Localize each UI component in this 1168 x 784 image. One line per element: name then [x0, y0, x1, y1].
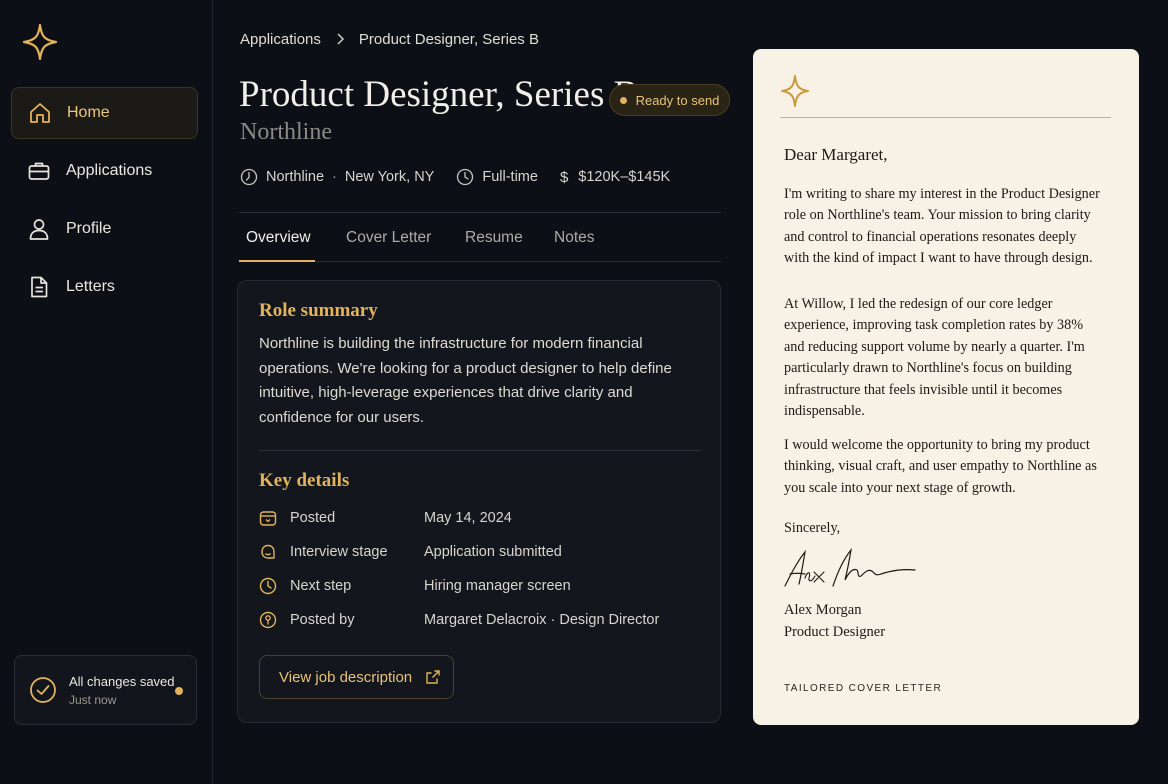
tab-notes[interactable]: Notes — [554, 213, 595, 262]
tab-resume[interactable]: Resume — [465, 213, 523, 262]
sparkle-logo-icon[interactable] — [22, 24, 58, 60]
active-tab-indicator — [239, 260, 315, 262]
sidebar-item-profile[interactable]: Profile — [11, 203, 198, 255]
user-icon — [27, 217, 51, 241]
detail-key: Next step — [290, 578, 352, 594]
letter-tag: TAILORED COVER LETTER — [784, 683, 943, 694]
tab-cover-letter[interactable]: Cover Letter — [346, 213, 431, 262]
signer-name: Alex Morgan — [784, 602, 862, 618]
detail-value: Hiring manager screen — [424, 578, 571, 594]
role-summary-heading: Role summary — [259, 300, 378, 321]
external-link-icon — [426, 670, 440, 684]
breadcrumb: Applications Product Designer, Series B — [240, 29, 539, 49]
save-status-time: Just now — [69, 692, 117, 707]
dollar-icon: $ — [559, 168, 569, 186]
badge-dot — [619, 96, 627, 104]
role-summary-text: Northline is building the infrastructure… — [259, 335, 672, 426]
sidebar: Home Applications Profile Letters All ch… — [0, 0, 213, 784]
detail-row-posted-by: Posted by Margaret Delacroix · Design Di… — [259, 609, 699, 631]
letter-paragraph-1: I'm writing to share my interest in the … — [784, 186, 1100, 267]
detail-value: Application submitted — [424, 544, 562, 560]
chevron-right-icon — [337, 33, 344, 45]
tab-overview[interactable]: Overview — [246, 213, 311, 262]
breadcrumb-applications-link[interactable]: Applications — [240, 31, 321, 48]
detail-value: Margaret Delacroix · Design Director — [424, 612, 660, 628]
check-circle-icon — [30, 677, 56, 703]
meta-separator: · — [332, 169, 337, 185]
clock-icon — [259, 577, 277, 595]
clock-icon — [457, 168, 474, 186]
detail-value: May 14, 2024 — [424, 510, 512, 526]
letter-paragraph-2: At Willow, I led the redesign of our cor… — [784, 296, 1085, 420]
tab-bar: Overview Cover Letter Resume Notes — [239, 212, 721, 262]
detail-key: Interview stage — [290, 544, 388, 560]
view-job-description-button[interactable]: View job description — [259, 655, 454, 699]
tab-label: Cover Letter — [346, 228, 432, 246]
calendar-icon — [259, 511, 277, 526]
meta-salary: $120K–$145K — [578, 169, 671, 185]
tab-label: Resume — [465, 228, 523, 246]
detail-row-interview-stage: Interview stage Application submitted — [259, 541, 699, 563]
letter-paragraph-3: I would welcome the opportunity to bring… — [784, 437, 1097, 496]
sparkle-icon — [781, 75, 809, 107]
meta-company: Northline — [266, 169, 325, 185]
page-title: Product Designer, Series B — [239, 74, 639, 115]
meta-employment: Full-time — [482, 169, 538, 185]
save-status-card: All changes saved Just now — [14, 655, 197, 725]
meta-location: New York, NY — [344, 169, 435, 185]
cover-letter-preview[interactable]: Dear Margaret, I'm writing to share my i… — [753, 49, 1139, 725]
sidebar-item-label: Letters — [66, 278, 115, 295]
letter-closing: Sincerely, — [784, 520, 841, 536]
sidebar-item-label: Profile — [66, 220, 112, 237]
sidebar-item-applications[interactable]: Applications — [11, 145, 198, 197]
section-divider — [259, 450, 702, 451]
tab-label: Notes — [554, 228, 595, 246]
signature — [784, 547, 916, 587]
letter-greeting: Dear Margaret, — [784, 145, 888, 164]
sidebar-item-home[interactable]: Home — [11, 87, 198, 139]
key-details-heading: Key details — [259, 470, 350, 491]
briefcase-icon — [27, 159, 51, 183]
breadcrumb-current: Product Designer, Series B — [358, 30, 539, 48]
person-pin-icon — [259, 611, 277, 629]
sidebar-item-label: Home — [67, 104, 110, 121]
company-name: Northline — [240, 119, 332, 145]
detail-row-posted: Posted May 14, 2024 — [259, 507, 699, 529]
document-icon — [27, 275, 51, 299]
detail-key: Posted by — [290, 612, 355, 628]
signer-role: Product Designer — [784, 624, 886, 640]
status-badge: Ready to send — [609, 84, 730, 116]
company-icon — [240, 168, 258, 186]
status-dot — [175, 687, 183, 695]
overview-panel: Role summary Northline is building the i… — [237, 280, 721, 723]
view-button-label: View job description — [279, 668, 413, 686]
sidebar-item-label: Applications — [66, 162, 153, 179]
chat-icon — [261, 544, 275, 559]
tab-label: Overview — [246, 228, 311, 246]
job-meta: Northline · New York, NY Full-time $ $12… — [240, 165, 670, 189]
home-icon — [28, 101, 52, 125]
letter-divider — [780, 117, 1111, 118]
detail-row-next-step: Next step Hiring manager screen — [259, 575, 699, 597]
detail-key: Posted — [290, 510, 336, 526]
sidebar-item-letters[interactable]: Letters — [11, 261, 198, 313]
badge-label: Ready to send — [635, 92, 720, 108]
save-status-title: All changes saved — [69, 673, 175, 689]
signer-block: Alex Morgan Product Designer — [784, 599, 885, 643]
